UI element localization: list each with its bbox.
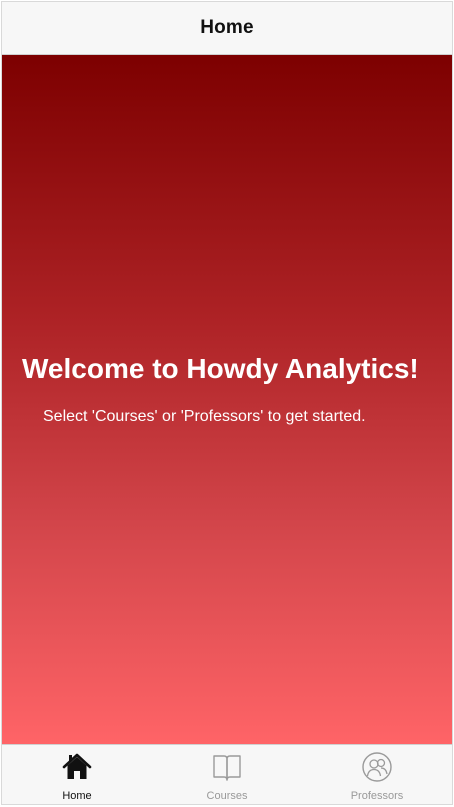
nav-header: Home [2, 2, 452, 55]
welcome-heading: Welcome to Howdy Analytics! [22, 353, 419, 384]
tab-courses-label: Courses [206, 790, 248, 802]
book-icon [211, 751, 243, 783]
welcome-instructions: Select 'Courses' or 'Professors' to get … [43, 408, 366, 425]
users-icon [361, 751, 393, 783]
home-icon [61, 751, 93, 783]
tab-home-label: Home [62, 790, 92, 802]
home-content: Welcome to Howdy Analytics! Select 'Cour… [2, 55, 452, 744]
tab-courses[interactable]: Courses [152, 745, 302, 804]
bottom-tab-bar: Home Courses Professors [2, 744, 452, 804]
page-title: Home [200, 17, 254, 38]
tab-home[interactable]: Home [2, 745, 152, 804]
app-frame: Home Welcome to Howdy Analytics! Select … [1, 1, 453, 805]
tab-professors[interactable]: Professors [302, 745, 452, 804]
tab-professors-label: Professors [350, 790, 404, 802]
